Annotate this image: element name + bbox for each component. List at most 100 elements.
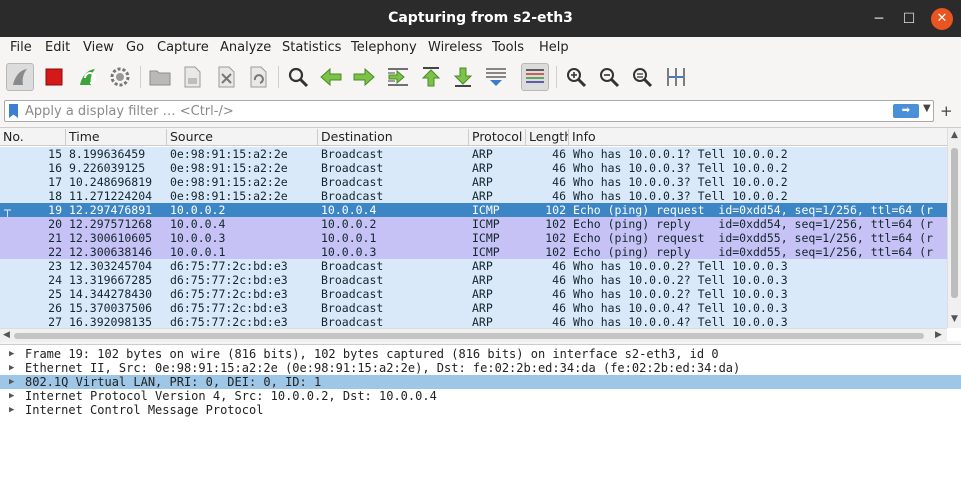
menu-view[interactable]: View [83,40,114,55]
menu-statistics[interactable]: Statistics [282,40,341,55]
packet-row[interactable]: 17 10.248696819 0e:98:91:15:a2:2e Broadcast… [0,175,947,189]
menu-file[interactable]: File [10,40,32,55]
menu-help[interactable]: Help [539,40,569,55]
menu-capture[interactable]: Capture [157,40,209,55]
packet-row[interactable]: 20 12.297571268 10.0.0.4 10.0.0.2 ICMP 102 Ech… [0,217,947,231]
colorize-icon[interactable] [521,63,549,91]
scroll-down-icon[interactable]: ▼ [951,314,958,324]
packet-row[interactable]: 21 12.300610605 10.0.0.3 10.0.0.1 ICMP 102 Ech… [0,231,947,245]
restart-capture-icon[interactable] [74,63,102,91]
packet-cell-time: 12.297476891 [69,203,153,217]
packet-row[interactable]: 18 11.271224204 0e:98:91:15:a2:2e Broadcast… [0,189,947,203]
menu-telephony[interactable]: Telephony [351,40,417,55]
shark-fin-start-icon[interactable] [6,63,34,91]
save-file-icon[interactable] [178,63,206,91]
column-header-protocol[interactable]: Protocol [469,129,526,145]
autoscroll-icon[interactable] [482,63,510,91]
packet-cell-len: 46 [552,301,566,315]
packet-cell-time: 15.370037506 [69,301,153,315]
scroll-thumb[interactable] [951,148,958,298]
packet-cell-time: 11.271224204 [69,189,153,203]
maximize-icon[interactable]: ☐ [898,8,920,30]
packet-list-horizontal-scrollbar[interactable]: ◀ ▶ [0,328,947,342]
menu-tools[interactable]: Tools [492,40,524,55]
packet-cell-proto: ARP [472,301,493,315]
arrow-right-icon[interactable]: ➡ [893,104,919,118]
column-header-destination[interactable]: Destination [318,129,469,145]
column-header-info[interactable]: Info [569,129,947,145]
packet-cell-len: 46 [552,161,566,175]
packet-row[interactable]: 27 16.392098135 d6:75:77:2c:bd:e3 Broadcast… [0,315,947,329]
scroll-up-icon[interactable]: ▲ [951,130,958,140]
expand-triangle-icon[interactable]: ▶ [9,375,14,389]
scroll-right-icon[interactable]: ▶ [935,330,942,340]
detail-text: Ethernet II, Src: 0e:98:91:15:a2:2e (0e:… [25,361,741,375]
packet-row[interactable]: 15 8.199636459 0e:98:91:15:a2:2e Broadcast A… [0,147,947,161]
packet-cell-len: 46 [552,259,566,273]
detail-row[interactable]: ▶ Frame 19: 102 bytes on wire (816 bits),… [0,347,961,361]
packet-cell-dst: 10.0.0.2 [321,217,377,231]
packet-row[interactable]: 16 9.226039125 0e:98:91:15:a2:2e Broadcast A… [0,161,947,175]
expand-triangle-icon[interactable]: ▶ [9,389,14,403]
column-header-time[interactable]: Time [66,129,167,145]
packet-cell-proto: ARP [472,189,493,203]
packet-cell-proto: ICMP [472,245,500,259]
expand-triangle-icon[interactable]: ▶ [9,361,14,375]
find-packet-icon[interactable] [284,63,312,91]
capture-options-icon[interactable] [106,63,134,91]
go-first-packet-icon[interactable] [417,63,445,91]
chevron-down-icon[interactable]: ▼ [923,103,931,114]
packet-cell-len: 46 [552,175,566,189]
zoom-in-icon[interactable] [562,63,590,91]
go-last-packet-icon[interactable] [449,63,477,91]
packet-cell-len: 46 [552,147,566,161]
menu-wireless[interactable]: Wireless [428,40,482,55]
packet-row[interactable]: 24 13.319667285 d6:75:77:2c:bd:e3 Broadcast… [0,273,947,287]
menu-analyze[interactable]: Analyze [220,40,271,55]
packet-cell-dst: Broadcast [321,147,384,161]
close-file-icon[interactable] [212,63,240,91]
go-forward-icon[interactable] [350,63,378,91]
menu-go[interactable]: Go [126,40,144,55]
column-header-length[interactable]: Length [526,129,569,145]
detail-row[interactable]: ▶ Ethernet II, Src: 0e:98:91:15:a2:2e (0e… [0,361,961,375]
add-filter-button[interactable]: + [940,102,953,120]
stop-capture-icon[interactable] [40,63,68,91]
go-back-icon[interactable] [317,63,345,91]
packet-cell-src: 0e:98:91:15:a2:2e [170,161,288,175]
packet-cell-info: Who has 10.0.0.3? Tell 10.0.0.2 [573,175,788,189]
column-header-source[interactable]: Source [167,129,318,145]
normal-size-icon[interactable] [628,63,656,91]
packet-row[interactable]: 25 14.344278430 d6:75:77:2c:bd:e3 Broadcast… [0,287,947,301]
packet-row[interactable]: 26 15.370037506 d6:75:77:2c:bd:e3 Broadcast… [0,301,947,315]
detail-row[interactable]: ▶ Internet Protocol Version 4, Src: 10.0.… [0,389,961,403]
packet-row[interactable]: 23 12.303245704 d6:75:77:2c:bd:e3 Broadcast… [0,259,947,273]
scroll-left-icon[interactable]: ◀ [3,330,10,340]
column-header-no[interactable]: No. [0,129,66,145]
packet-row[interactable]: 19 12.297476891 10.0.0.2 10.0.0.4 ICMP 102 Ech… [0,203,947,217]
menu-edit[interactable]: Edit [45,40,70,55]
detail-text: Frame 19: 102 bytes on wire (816 bits), … [25,347,719,361]
bookmark-icon[interactable] [9,104,18,118]
packet-list-vertical-scrollbar[interactable]: ▲ ▼ [947,128,961,328]
display-filter-input[interactable] [25,102,865,120]
reload-file-icon[interactable] [244,63,272,91]
scroll-thumb[interactable] [14,333,924,339]
go-to-packet-icon[interactable] [384,63,412,91]
detail-row[interactable]: ▶ Internet Control Message Protocol [0,403,961,417]
packet-cell-dst: 10.0.0.3 [321,245,377,259]
detail-row[interactable]: ▶ 802.1Q Virtual LAN, PRI: 0, DEI: 0, ID:… [0,375,961,389]
zoom-out-icon[interactable] [595,63,623,91]
expand-triangle-icon[interactable]: ▶ [9,403,14,417]
packet-row[interactable]: 22 12.300638146 10.0.0.1 10.0.0.3 ICMP 102 Ech… [0,245,947,259]
open-file-icon[interactable] [146,63,174,91]
packet-cell-time: 12.303245704 [69,259,153,273]
minimize-icon[interactable]: ─ [868,8,890,30]
packet-cell-src: 10.0.0.4 [170,217,226,231]
close-icon[interactable]: ✕ [931,8,953,30]
display-filter-bar: ➡ ▼ [4,100,934,122]
resize-columns-icon[interactable] [662,63,690,91]
packet-cell-no: 22 [48,245,62,259]
expand-triangle-icon[interactable]: ▶ [9,347,14,361]
packet-cell-info: Echo (ping) reply id=0xdd55, seq=1/256, … [573,245,934,259]
